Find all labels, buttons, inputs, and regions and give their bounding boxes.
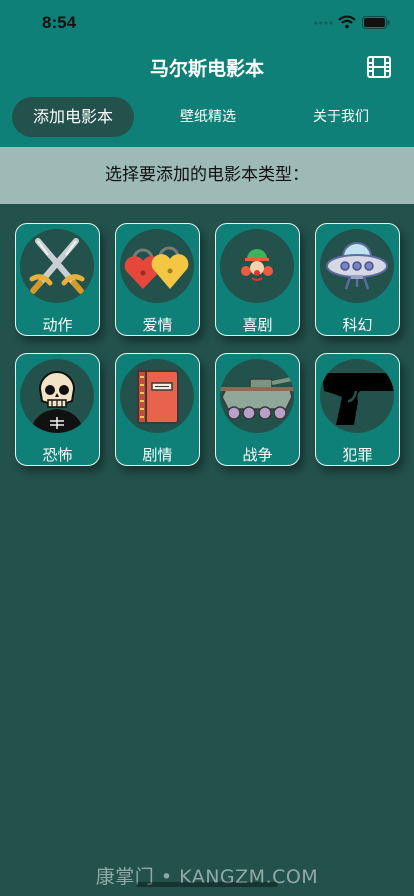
genre-card-drama[interactable]: 剧情 bbox=[115, 353, 200, 466]
genre-icon-circle bbox=[320, 359, 394, 433]
genre-label: 科幻 bbox=[342, 316, 373, 334]
status-time: 8:54 bbox=[42, 13, 77, 32]
genre-label: 恐怖 bbox=[42, 446, 73, 464]
battery-icon bbox=[362, 16, 390, 29]
genre-label: 剧情 bbox=[142, 446, 173, 464]
ufo-icon bbox=[326, 242, 388, 290]
genre-icon-circle bbox=[20, 229, 94, 303]
genre-card-action[interactable]: 动作 bbox=[15, 223, 100, 336]
tank-icon bbox=[220, 377, 294, 420]
film-icon bbox=[367, 56, 391, 78]
section-prompt: 选择要添加的电影本类型： bbox=[0, 147, 414, 204]
genre-icon-circle bbox=[320, 229, 394, 303]
genre-icon-circle bbox=[120, 229, 194, 303]
genre-icon-circle bbox=[20, 359, 94, 433]
app-header: 8:54 马尔斯电影本 添加电影本 壁纸精选 关于我们 bbox=[0, 0, 414, 147]
genre-icon-circle bbox=[220, 229, 294, 303]
genre-card-romance[interactable]: 爱情 bbox=[115, 223, 200, 336]
home-indicator[interactable] bbox=[136, 882, 278, 887]
tab-add-movie-book[interactable]: 添加电影本 bbox=[12, 97, 134, 137]
page-title: 马尔斯电影本 bbox=[149, 58, 264, 80]
status-bar: 8:54 bbox=[0, 0, 414, 46]
pistol-icon bbox=[322, 371, 394, 425]
cellular-signal-icon bbox=[314, 21, 333, 25]
genre-card-horror[interactable]: 恐怖 bbox=[15, 353, 100, 466]
genre-icon-circle bbox=[120, 359, 194, 433]
tab-about-us[interactable]: 关于我们 bbox=[296, 97, 386, 137]
genre-card-crime[interactable]: 犯罪 bbox=[315, 353, 400, 466]
genre-label: 喜剧 bbox=[242, 316, 273, 334]
genre-label: 爱情 bbox=[142, 316, 173, 334]
genre-label: 犯罪 bbox=[342, 446, 373, 464]
genre-label: 动作 bbox=[42, 316, 73, 334]
book-icon bbox=[137, 370, 179, 424]
crossed-swords-icon bbox=[29, 238, 85, 294]
genre-card-war[interactable]: 战争 bbox=[215, 353, 300, 466]
clown-icon bbox=[241, 249, 273, 281]
wifi-icon bbox=[338, 15, 356, 29]
tab-wallpapers[interactable]: 壁纸精选 bbox=[160, 97, 256, 137]
genre-card-comedy[interactable]: 喜剧 bbox=[215, 223, 300, 336]
heart-padlocks-icon bbox=[124, 246, 189, 289]
film-button[interactable] bbox=[366, 54, 392, 80]
skull-icon bbox=[30, 371, 84, 433]
genre-card-scifi[interactable]: 科幻 bbox=[315, 223, 400, 336]
genre-label: 战争 bbox=[242, 446, 273, 464]
genre-icon-circle bbox=[220, 359, 294, 433]
